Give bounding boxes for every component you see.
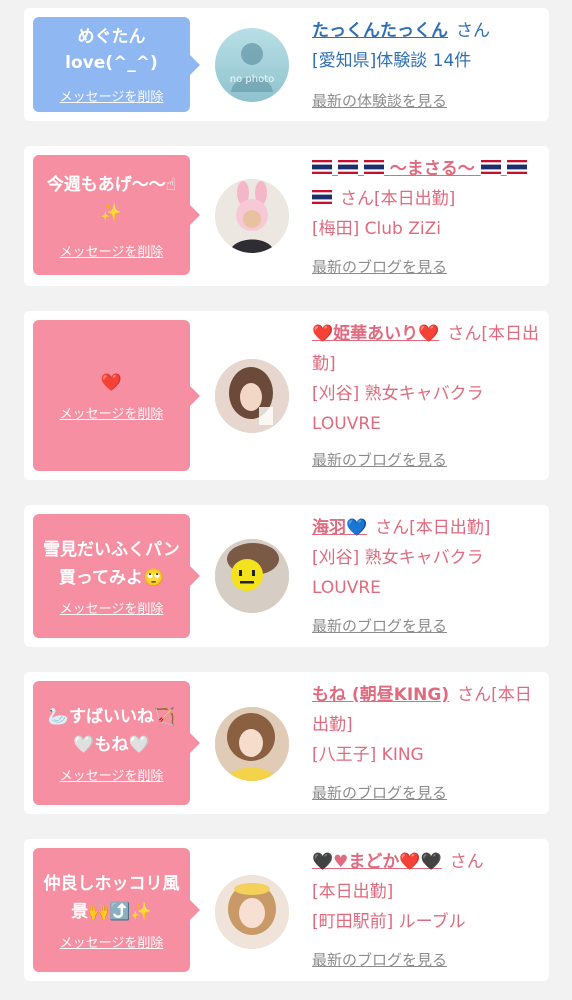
member-name-text: 〜まさる〜 <box>389 159 475 179</box>
name-suffix: さん[本日出勤] <box>375 518 491 538</box>
member-name-text: 姫華あいり <box>333 324 419 344</box>
shop-info: [八王子] KING <box>312 745 424 765</box>
name-line: 海羽💙 さん[本日出勤] <box>312 513 544 543</box>
latest-blog-link[interactable]: 最新のブログを見る <box>312 782 447 803</box>
thai-flag-icon <box>363 154 384 184</box>
avatar-photo <box>215 707 289 781</box>
message-bubble: 今週もあげ〜〜☝ ✨ メッセージを削除 <box>33 155 200 275</box>
latest-blog-link[interactable]: 最新のブログを見る <box>312 615 447 636</box>
latest-blog-link[interactable]: 最新のブログを見る <box>312 256 447 277</box>
avatar-photo <box>215 875 289 949</box>
message-text: 🤍もね🤍 <box>73 734 150 755</box>
name-suffix: さん <box>449 852 484 872</box>
avatar[interactable]: no photo <box>215 28 289 102</box>
message-bubble: 🦢すばいいね🏹 🤍もね🤍 メッセージを削除 <box>33 681 200 805</box>
message-bubble: めぐたん love(^_^) メッセージを削除 <box>33 17 200 112</box>
name-line: もね (朝昼KING) さん[本日出勤] <box>312 680 544 740</box>
member-name-link[interactable]: もね (朝昼KING) <box>312 685 449 705</box>
delete-message-link[interactable]: メッセージを削除 <box>60 598 164 617</box>
member-info: ❤️姫華あいり❤️ さん[本日出勤] [刈谷] 熟女キャバクラ LOUVRE <box>312 319 544 439</box>
list-item: ❤️ メッセージを削除 ❤️姫華あいり❤️ さん[本日出勤] [刈谷] 熟女キャバ… <box>24 311 549 480</box>
avatar[interactable] <box>215 875 289 949</box>
member-name-link[interactable]: 海羽💙 <box>312 518 367 538</box>
shop-info: [梅田] Club ZiZi <box>312 219 441 239</box>
member-info: たっくんたっくん さん [愛知県]体験談 14件 <box>312 16 544 76</box>
delete-message-link[interactable]: メッセージを削除 <box>60 241 164 260</box>
message-text: 買ってみよ🙄 <box>58 567 165 588</box>
message-text: めぐたん <box>77 27 146 47</box>
favorites-list: めぐたん love(^_^) メッセージを削除 no photo たっくんたっく… <box>0 0 572 1000</box>
avatar[interactable] <box>215 707 289 781</box>
list-item: 🦢すばいいね🏹 🤍もね🤍 メッセージを削除 もね (朝昼KING) さん[本日出勤… <box>24 672 549 814</box>
thai-flag-icon <box>312 184 332 214</box>
message-text: 雪見だいふくパン <box>43 539 180 560</box>
message-text: ✨ <box>100 202 123 223</box>
avatar[interactable] <box>215 179 289 253</box>
list-item: 雪見だいふくパン 買ってみよ🙄 メッセージを削除 海羽💙 さん[本日出勤] [刈谷… <box>24 505 549 647</box>
message-text: 景🙌⤴️✨ <box>71 901 152 922</box>
name-line: たっくんたっくん さん <box>312 16 544 46</box>
name-suffix: さん <box>456 21 490 41</box>
thai-flag-icon <box>480 154 501 184</box>
member-name-link[interactable]: ❤️姫華あいり❤️ <box>312 324 439 344</box>
name-line: 〜まさる〜 さん[本日出勤] <box>312 154 544 214</box>
status-text: [本日出勤] <box>312 882 394 902</box>
list-item: 今週もあげ〜〜☝ ✨ メッセージを削除 〜まさる〜 さん[本日出勤] [梅田] … <box>24 146 549 286</box>
message-text: 🦢すばいいね🏹 <box>47 706 176 727</box>
latest-review-link[interactable]: 最新の体験談を見る <box>312 90 447 111</box>
shop-info: LOUVRE <box>312 578 381 598</box>
member-name-link[interactable]: 🖤♥まどか❤️🖤 <box>312 852 442 872</box>
member-name-link[interactable]: たっくんたっくん <box>312 21 448 41</box>
thai-flag-icon <box>312 154 332 184</box>
person-silhouette-icon <box>231 43 273 92</box>
list-item: 仲良しホッコリ風 景🙌⤴️✨ メッセージを削除 🖤♥まどか❤️🖤 さん [本日出勤… <box>24 839 549 981</box>
delete-message-link[interactable]: メッセージを削除 <box>60 765 164 784</box>
latest-blog-link[interactable]: 最新のブログを見る <box>312 449 447 470</box>
shop-info: [刈谷] 熟女キャバクラ <box>312 384 484 404</box>
latest-blog-link[interactable]: 最新のブログを見る <box>312 949 447 970</box>
no-photo-text: no photo <box>229 74 275 85</box>
avatar-photo <box>215 539 289 613</box>
delete-message-link[interactable]: メッセージを削除 <box>60 932 164 951</box>
shop-info: [愛知県]体験談 14件 <box>312 51 472 71</box>
member-info: 海羽💙 さん[本日出勤] [刈谷] 熟女キャバクラ LOUVRE <box>312 513 544 603</box>
thai-flag-icon <box>337 154 358 184</box>
member-info: 🖤♥まどか❤️🖤 さん [本日出勤] [町田駅前] ルーブル <box>312 847 544 937</box>
message-bubble: ❤️ メッセージを削除 <box>33 320 200 471</box>
name-line: ❤️姫華あいり❤️ さん[本日出勤] <box>312 319 544 379</box>
message-text: love(^_^) <box>65 53 158 73</box>
shop-info: LOUVRE <box>312 414 381 434</box>
delete-message-link[interactable]: メッセージを削除 <box>60 403 164 422</box>
red-heart-icon: ❤️ <box>312 324 334 344</box>
name-suffix: さん[本日出勤] <box>340 189 456 209</box>
message-text: 仲良しホッコリ風 <box>43 873 180 894</box>
member-info: もね (朝昼KING) さん[本日出勤] [八王子] KING <box>312 680 544 770</box>
message-bubble: 雪見だいふくパン 買ってみよ🙄 メッセージを削除 <box>33 514 200 638</box>
avatar-photo <box>215 179 289 253</box>
avatar[interactable] <box>215 539 289 613</box>
thai-flag-icon <box>506 154 527 184</box>
list-item: めぐたん love(^_^) メッセージを削除 no photo たっくんたっく… <box>24 8 549 121</box>
shop-info: [刈谷] 熟女キャバクラ <box>312 548 484 568</box>
message-text: 今週もあげ〜〜☝ <box>46 174 177 195</box>
name-line: 🖤♥まどか❤️🖤 さん <box>312 847 544 877</box>
message-text: ❤️ <box>100 373 123 393</box>
message-bubble: 仲良しホッコリ風 景🙌⤴️✨ メッセージを削除 <box>33 848 200 972</box>
shop-info: [町田駅前] ルーブル <box>312 912 466 932</box>
avatar[interactable] <box>215 359 289 433</box>
delete-message-link[interactable]: メッセージを削除 <box>60 86 164 105</box>
member-name-link[interactable]: 〜まさる〜 <box>312 159 527 179</box>
red-heart-icon: ❤️ <box>418 324 440 344</box>
avatar-photo <box>215 359 289 433</box>
member-info: 〜まさる〜 さん[本日出勤] [梅田] Club ZiZi <box>312 154 544 244</box>
